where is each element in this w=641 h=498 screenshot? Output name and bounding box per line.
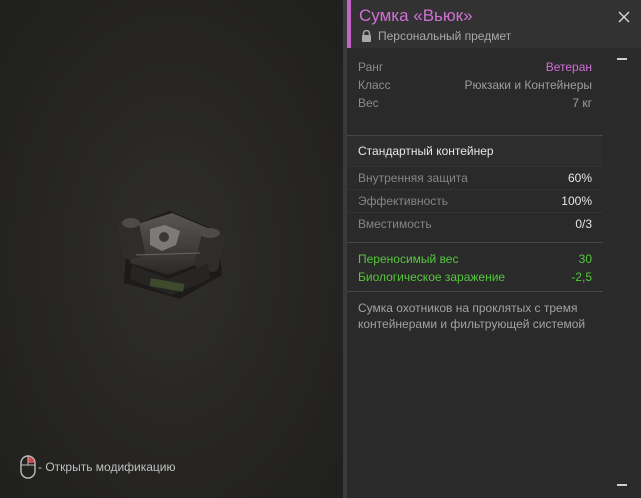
item-preview-panel: - Открыть модификацию <box>0 0 343 498</box>
item-image-bag <box>117 211 226 299</box>
container-type: Стандартный контейнер <box>347 136 603 166</box>
personal-item-label: Персональный предмет <box>361 29 511 43</box>
rank-label: Ранг <box>358 60 384 74</box>
bonus-list: Переносимый вес 30 Биологическое заражен… <box>347 243 603 291</box>
scrollbar[interactable] <box>605 50 641 498</box>
bonus-value: -2,5 <box>571 270 592 284</box>
open-modification-hint: - Открыть модификацию <box>20 455 176 479</box>
stat-label: Вместимость <box>358 217 432 231</box>
weight-label: Вес <box>358 96 379 110</box>
mouse-right-click-icon <box>20 455 36 479</box>
stat-value: 60% <box>567 171 592 185</box>
scroll-up-marker[interactable] <box>617 58 627 60</box>
item-description: Сумка охотников на проклятых с тремя кон… <box>358 301 586 331</box>
stats-list: Внутренняя защита 60% Эффективность 100%… <box>347 166 603 235</box>
stat-label: Внутренняя защита <box>358 171 468 185</box>
rank-row: Ранг Ветеран <box>347 58 603 76</box>
personal-item-text: Персональный предмет <box>378 29 512 43</box>
class-label: Класс <box>358 78 391 92</box>
stat-label: Эффективность <box>358 194 449 208</box>
item-details: Ранг Ветеран Класс Рюкзаки и Контейнеры … <box>347 50 603 340</box>
stat-row-capacity: Вместимость 0/3 <box>347 212 603 235</box>
hint-text: - Открыть модификацию <box>38 460 176 474</box>
class-value: Рюкзаки и Контейнеры <box>464 78 592 92</box>
rank-value: Ветеран <box>545 60 592 74</box>
bonus-row-carry-weight: Переносимый вес 30 <box>347 250 603 268</box>
basic-info: Ранг Ветеран Класс Рюкзаки и Контейнеры … <box>347 50 603 127</box>
stat-row-protection: Внутренняя защита 60% <box>347 166 603 189</box>
bonus-label: Переносимый вес <box>358 252 459 266</box>
class-row: Класс Рюкзаки и Контейнеры <box>347 76 603 94</box>
item-header: Сумка «Вьюк» Персональный предмет <box>347 0 641 48</box>
item-name: Сумка «Вьюк» <box>359 6 473 25</box>
stat-value: 100% <box>561 194 592 208</box>
close-icon[interactable] <box>617 10 631 24</box>
bonus-value: 30 <box>578 252 592 266</box>
item-info-panel: Сумка «Вьюк» Персональный предмет Ранг В… <box>347 0 641 498</box>
bonus-label: Биологическое заражение <box>358 270 506 284</box>
stat-row-efficiency: Эффективность 100% <box>347 189 603 212</box>
bonus-row-bio-infection: Биологическое заражение -2,5 <box>347 268 603 286</box>
weight-row: Вес 7 кг <box>347 94 603 112</box>
stat-value: 0/3 <box>575 217 592 231</box>
lock-icon <box>362 30 371 42</box>
scroll-down-marker[interactable] <box>617 484 627 486</box>
weight-value: 7 кг <box>572 96 592 110</box>
